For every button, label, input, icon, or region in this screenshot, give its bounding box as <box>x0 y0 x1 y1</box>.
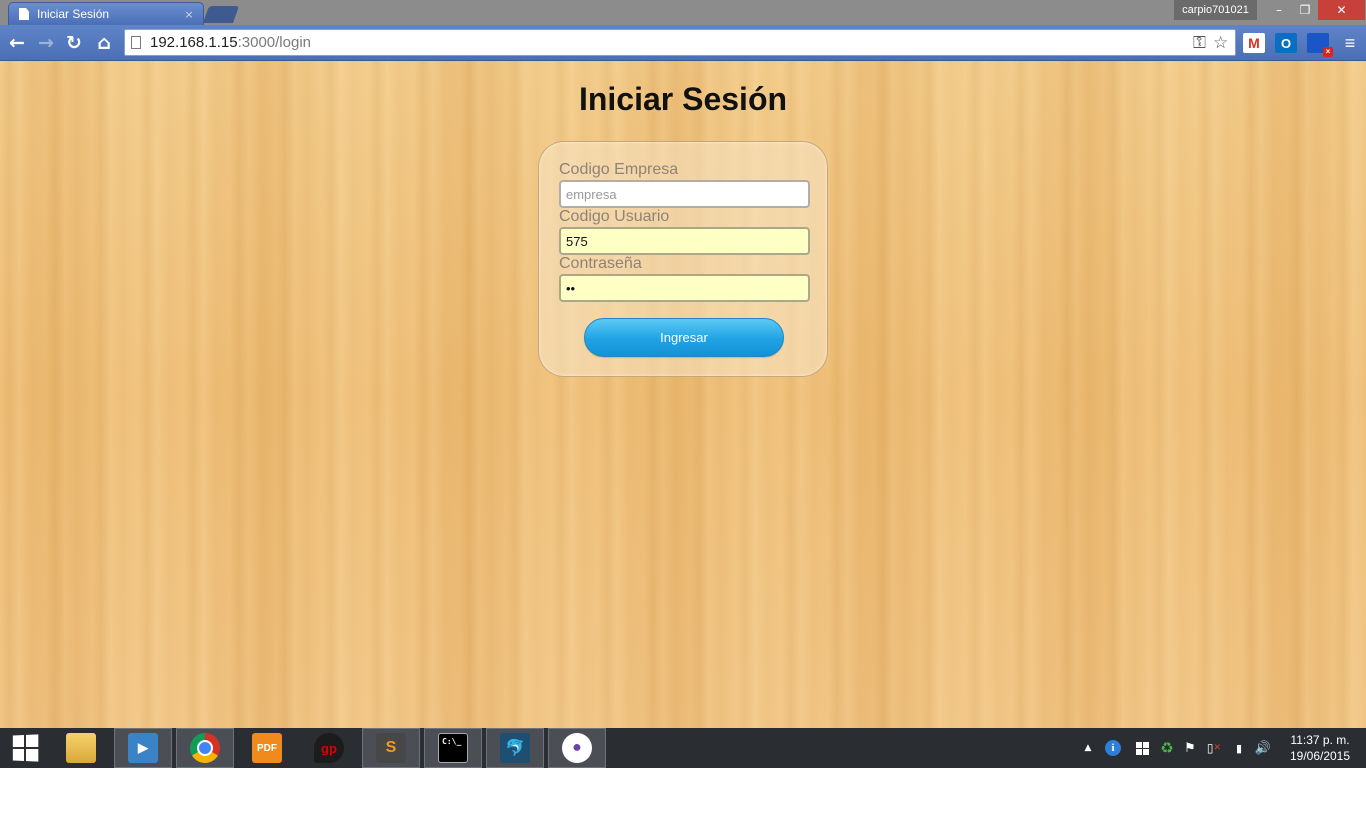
gmail-extension-icon[interactable]: M <box>1243 33 1265 53</box>
close-window-button[interactable]: ✕ <box>1318 0 1365 20</box>
taskbar-clock[interactable]: 11:37 p. m. 19/06/2015 <box>1280 732 1360 764</box>
bookmark-star-icon[interactable]: ☆ <box>1213 33 1228 53</box>
usuario-label: Codigo Usuario <box>559 208 670 225</box>
taskbar-guitar-pro[interactable]: gp <box>300 728 358 768</box>
clock-time: 11:37 p. m. <box>1290 733 1350 747</box>
page-title: Iniciar Sesión <box>578 81 788 117</box>
guitar-pick-icon: gp <box>314 733 344 763</box>
back-button[interactable]: ← <box>5 31 29 55</box>
tray-network-error-icon[interactable]: ▯ ✕ <box>1204 728 1224 768</box>
tab-title: Iniciar Sesión <box>37 7 110 21</box>
tray-signal-icon[interactable]: ▮ <box>1228 728 1248 768</box>
monitor-extension-icon[interactable]: × <box>1307 33 1333 57</box>
taskbar-chrome[interactable] <box>176 728 234 768</box>
taskbar-sublime[interactable]: S <box>362 728 420 768</box>
password-label: Contraseña <box>559 255 642 272</box>
browser-tab[interactable]: Iniciar Sesión × <box>8 2 204 25</box>
taskbar-mysql[interactable]: 🐬 <box>486 728 544 768</box>
home-button[interactable]: ⌂ <box>92 31 116 55</box>
tab-close-icon[interactable]: × <box>181 8 197 21</box>
page-info-icon[interactable] <box>131 36 141 49</box>
browser-titlebar: Iniciar Sesión × carpio701021 – ❐ ✕ <box>0 0 1366 25</box>
taskbar-cmd[interactable]: C:\_ <box>424 728 482 768</box>
login-form: Codigo Empresa Codigo Usuario Contraseña… <box>538 141 828 377</box>
taskbar-github[interactable]: ● <box>548 728 606 768</box>
new-tab-button[interactable] <box>202 6 240 23</box>
empresa-input[interactable] <box>559 180 810 208</box>
mysql-dolphin-icon: 🐬 <box>500 733 530 763</box>
maximize-button[interactable]: ❐ <box>1292 0 1318 20</box>
url-host: 192.168.1.15 <box>150 34 238 51</box>
minimize-button[interactable]: – <box>1266 0 1292 20</box>
windows-logo-icon <box>12 734 39 762</box>
start-button[interactable] <box>0 728 50 768</box>
tray-windows-icon[interactable] <box>1132 728 1152 768</box>
page-icon <box>19 8 29 20</box>
reload-button[interactable]: ↻ <box>62 31 86 55</box>
outlook-extension-icon[interactable]: O <box>1275 33 1297 53</box>
url-path: :3000/login <box>237 34 311 51</box>
tray-recycle-icon[interactable]: ♻ <box>1156 728 1178 768</box>
tray-flag-icon[interactable]: ⚑ <box>1180 728 1200 768</box>
key-icon[interactable]: ⚿ <box>1193 33 1206 53</box>
forward-button[interactable]: → <box>34 31 58 55</box>
profile-button[interactable]: carpio701021 <box>1174 0 1257 20</box>
media-player-icon: ▶ <box>128 733 158 763</box>
taskbar-media-player[interactable]: ▶ <box>114 728 172 768</box>
browser-toolbar: ← → ↻ ⌂ 192.168.1.15 :3000/login ⚿ ☆ M O… <box>0 25 1366 61</box>
info-icon: i <box>1105 740 1121 756</box>
tray-overflow-chevron-icon[interactable]: ▲ <box>1080 728 1096 768</box>
password-input[interactable] <box>559 274 810 302</box>
clock-date: 19/06/2015 <box>1289 749 1351 763</box>
taskbar-pdf[interactable]: PDF <box>238 728 296 768</box>
chrome-menu-icon[interactable]: ≡ <box>1339 33 1361 53</box>
tray-volume-icon[interactable]: 🔊 <box>1252 728 1274 768</box>
folder-icon <box>66 733 96 763</box>
pdf-icon: PDF <box>252 733 282 763</box>
error-badge-icon: × <box>1323 47 1333 57</box>
taskbar-file-explorer[interactable] <box>52 728 110 768</box>
github-octocat-icon: ● <box>562 733 592 763</box>
sublime-text-icon: S <box>376 733 406 763</box>
page-content: Iniciar Sesión Codigo Empresa Codigo Usu… <box>0 61 1366 728</box>
address-bar[interactable]: 192.168.1.15 :3000/login ⚿ ☆ <box>124 29 1236 56</box>
chrome-icon <box>190 733 220 763</box>
tray-info[interactable]: i <box>1102 728 1124 768</box>
taskbar: ▶ PDF gp S C:\_ 🐬 ● ▲ i ♻ ⚑ ▯ ✕ ▮ 🔊 11:37… <box>0 728 1366 768</box>
empresa-label: Codigo Empresa <box>559 161 679 178</box>
ingresar-button[interactable]: Ingresar <box>584 318 784 357</box>
usuario-input[interactable] <box>559 227 810 255</box>
command-prompt-icon: C:\_ <box>438 733 468 763</box>
